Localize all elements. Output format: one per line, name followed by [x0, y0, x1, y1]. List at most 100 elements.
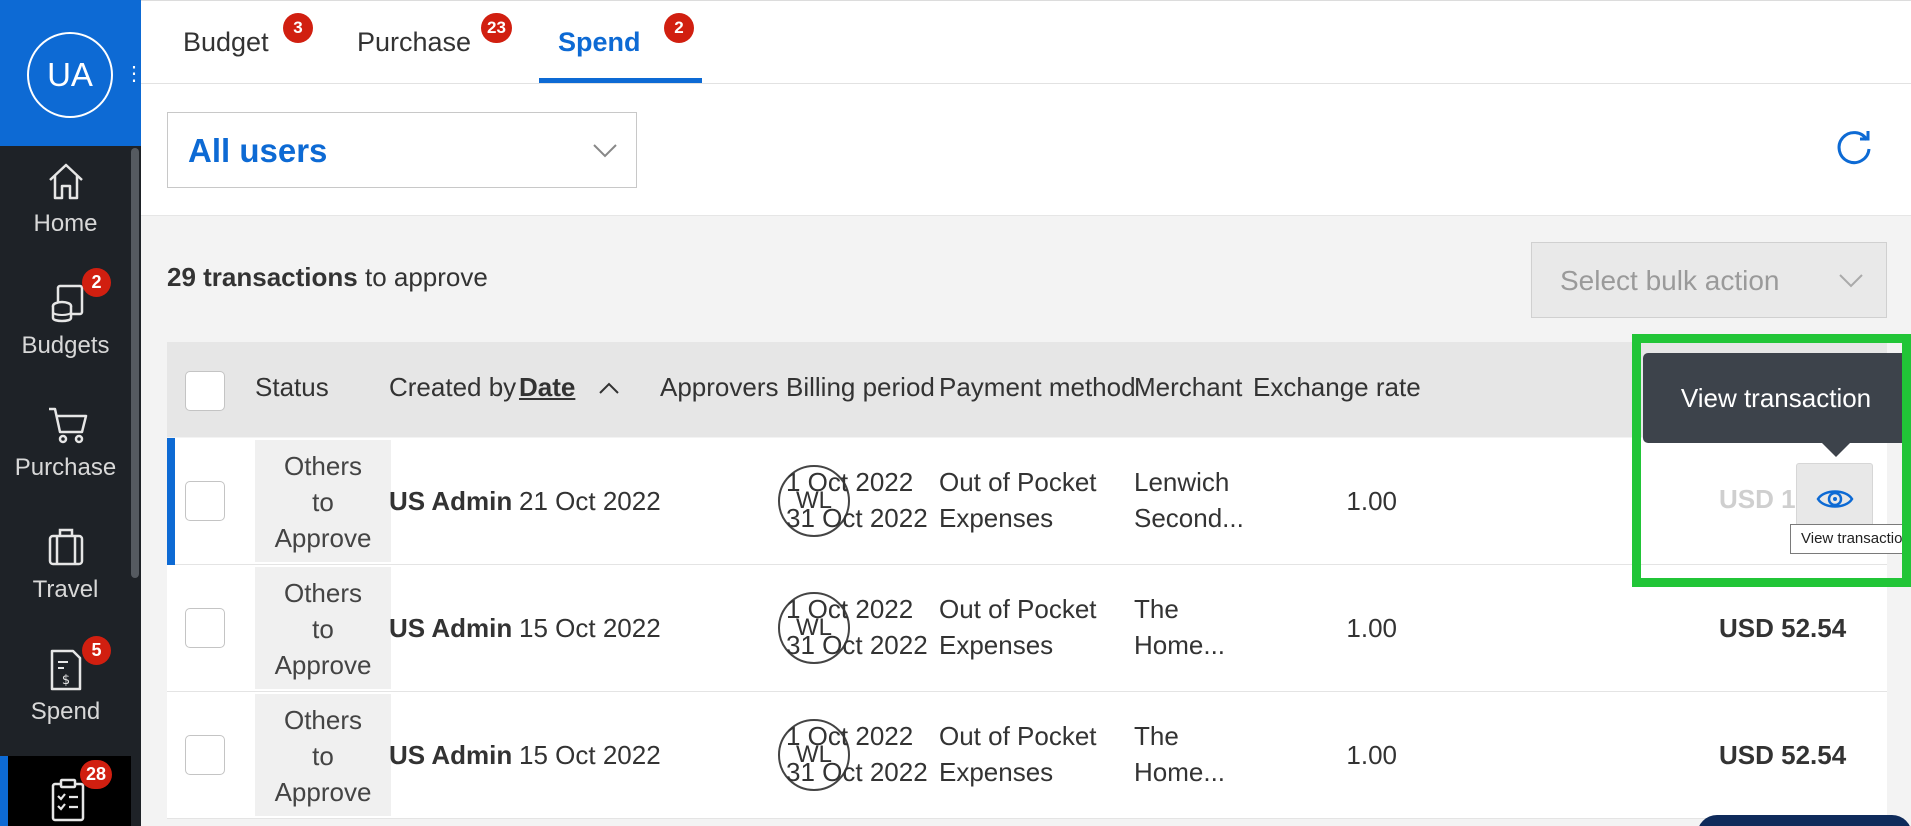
- bulk-action-placeholder: Select bulk action: [1560, 265, 1780, 296]
- tab-badge: 2: [664, 13, 694, 43]
- payment-line: Expenses: [939, 757, 1054, 787]
- billing-end: 31 Oct 2022: [786, 503, 928, 533]
- sidebar-item-label: Home: [33, 210, 98, 237]
- sidebar-active-indicator: [0, 756, 8, 826]
- more-vertical-icon[interactable]: ⋮: [124, 64, 144, 84]
- table-row[interactable]: Others to Approve US Admin 21 Oct 2022 W…: [167, 438, 1887, 565]
- sidebar-item-purchase[interactable]: Purchase: [0, 390, 131, 500]
- top-tabs: Budget 3 Purchase 23 Spend 2: [141, 0, 1911, 84]
- billing-end: 31 Oct 2022: [786, 630, 928, 660]
- refresh-icon[interactable]: [1833, 126, 1875, 168]
- status-cell: Others to Approve: [255, 694, 391, 816]
- created-by: US Admin: [389, 613, 513, 643]
- created-by: US Admin: [389, 740, 513, 770]
- date: 21 Oct 2022: [519, 486, 661, 516]
- status-text: Approve: [274, 777, 372, 807]
- status-text: to: [312, 487, 334, 517]
- active-tab-indicator: [539, 78, 702, 83]
- status-text: to: [312, 741, 334, 771]
- date: 15 Oct 2022: [519, 613, 661, 643]
- tab-spend[interactable]: Spend 2: [558, 1, 703, 85]
- column-approvers[interactable]: Approvers: [660, 372, 779, 403]
- column-created-by[interactable]: Created by: [389, 372, 516, 403]
- payment-method: Out of Pocket Expenses: [939, 464, 1097, 536]
- home-icon: [49, 163, 83, 200]
- column-billing-period[interactable]: Billing period: [786, 372, 935, 403]
- billing-period: 1 Oct 2022 31 Oct 2022: [786, 464, 928, 536]
- transactions-table: Status Created by Date Approvers Billing…: [167, 342, 1887, 826]
- sidebar-item-label: Purchase: [14, 454, 117, 481]
- amount: USD 52.54: [1719, 613, 1847, 643]
- exchange-rate: 1.00: [1346, 613, 1397, 643]
- luggage-icon: [48, 528, 84, 566]
- merchant-line: Lenwich: [1134, 467, 1230, 497]
- merchant-line: Second...: [1134, 503, 1244, 533]
- row-checkbox[interactable]: [185, 735, 225, 775]
- cart-icon: [49, 407, 88, 444]
- exchange-rate: 1.00: [1346, 486, 1397, 516]
- sidebar-item-label: Spend: [30, 698, 101, 725]
- sidebar-scrollbar[interactable]: [131, 148, 139, 578]
- merchant: The Home...: [1134, 718, 1225, 790]
- payment-line: Out of Pocket: [939, 467, 1097, 497]
- payment-line: Expenses: [939, 630, 1054, 660]
- tab-label: Purchase: [357, 27, 472, 57]
- created-by: US Admin: [389, 486, 513, 516]
- budgets-icon: [51, 284, 84, 323]
- sidebar-item-spend[interactable]: $ 5 Spend: [0, 634, 131, 744]
- row-checkbox[interactable]: [185, 481, 225, 521]
- user-filter-value: All users: [188, 132, 328, 169]
- tab-label: Spend: [558, 27, 641, 57]
- tab-badge: 3: [283, 13, 313, 43]
- highlight-box: [1632, 334, 1911, 587]
- transactions-count: 29 transactions: [167, 262, 358, 292]
- avatar-area: UA ⋮: [0, 0, 144, 146]
- tab-label: Budget: [183, 27, 269, 57]
- amount: USD 52.54: [1719, 740, 1847, 770]
- transactions-suffix: to approve: [357, 262, 488, 292]
- sidebar-item-label: Budgets: [21, 332, 110, 359]
- status-text: Others: [283, 705, 363, 735]
- svg-text:$: $: [62, 673, 70, 688]
- status-text: Approve: [274, 650, 372, 680]
- payment-line: Expenses: [939, 503, 1054, 533]
- column-exchange-rate[interactable]: Exchange rate: [1253, 372, 1421, 403]
- sort-ascending-icon[interactable]: [597, 378, 621, 398]
- column-status[interactable]: Status: [255, 372, 329, 403]
- sidebar-item-travel[interactable]: Travel: [0, 512, 131, 622]
- tab-budget[interactable]: Budget 3: [183, 1, 328, 85]
- sidebar-item-budgets[interactable]: 2 Budgets: [0, 268, 131, 378]
- avatar[interactable]: UA: [27, 32, 113, 118]
- date: 15 Oct 2022: [519, 740, 661, 770]
- tab-purchase[interactable]: Purchase 23: [357, 1, 532, 85]
- status-text: Others: [283, 451, 363, 481]
- payment-method: Out of Pocket Expenses: [939, 591, 1097, 663]
- table-row[interactable]: Others to Approve US Admin 15 Oct 2022 W…: [167, 692, 1887, 819]
- billing-start: 1 Oct 2022: [786, 721, 914, 751]
- chevron-down-icon: [1839, 274, 1863, 288]
- floating-action-partial[interactable]: [1697, 815, 1911, 826]
- bulk-action-select[interactable]: Select bulk action: [1531, 242, 1887, 318]
- select-all-checkbox[interactable]: [185, 371, 225, 411]
- column-merchant[interactable]: Merchant: [1134, 372, 1242, 403]
- merchant: Lenwich Second...: [1134, 464, 1244, 536]
- column-payment-method[interactable]: Payment method: [939, 372, 1136, 403]
- sidebar-badge-spend: 5: [82, 636, 111, 665]
- user-filter-select[interactable]: All users: [167, 112, 637, 188]
- status-text: to: [312, 614, 334, 644]
- status-text: Others: [283, 578, 363, 608]
- billing-period: 1 Oct 2022 31 Oct 2022: [786, 718, 928, 790]
- merchant-line: The: [1134, 594, 1179, 624]
- column-date[interactable]: Date: [519, 372, 575, 403]
- merchant-line: Home...: [1134, 757, 1226, 787]
- sidebar-item-home[interactable]: Home: [0, 146, 131, 256]
- table-header: Status Created by Date Approvers Billing…: [167, 342, 1887, 437]
- merchant-line: Home...: [1134, 630, 1226, 660]
- receipt-icon: $: [50, 649, 82, 691]
- filter-bar: All users: [141, 84, 1911, 216]
- sidebar-badge-approvals: 28: [80, 760, 113, 789]
- table-row[interactable]: Others to Approve US Admin 15 Oct 2022 W…: [167, 565, 1887, 692]
- row-checkbox[interactable]: [185, 608, 225, 648]
- payment-method: Out of Pocket Expenses: [939, 718, 1097, 790]
- exchange-rate: 1.00: [1346, 740, 1397, 770]
